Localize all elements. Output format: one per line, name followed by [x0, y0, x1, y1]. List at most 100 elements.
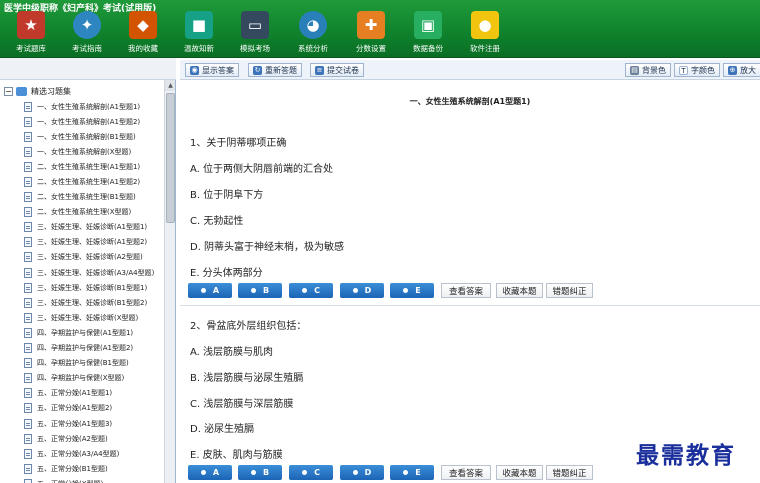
toolbar-question-bank[interactable]: ★ 考试题库 — [2, 11, 60, 57]
question-divider — [180, 305, 760, 306]
answer-button-a[interactable]: A — [188, 465, 232, 480]
tree-item[interactable]: 一、女性生殖系统解剖(A1型题2) — [24, 114, 154, 129]
tree-item[interactable]: 五、正常分娩(X型题) — [24, 476, 154, 483]
answer-button-b[interactable]: B — [238, 465, 282, 480]
section-title: 一、女性生殖系统解剖(A1型题1) — [409, 97, 531, 106]
magnifier-icon: ⊕ — [728, 65, 737, 75]
tree-item[interactable]: 四、孕期监护与保健(X型题) — [24, 371, 154, 386]
answer-button-c[interactable]: C — [289, 465, 333, 480]
tree-item[interactable]: 三、妊娠生理、妊娠诊断(A1型题1) — [24, 220, 154, 235]
tree-item-label: 四、孕期监护与保健(A1型题2) — [37, 344, 134, 353]
tree-item[interactable]: 三、妊娠生理、妊娠诊断(A1型题2) — [24, 235, 154, 250]
collapse-icon[interactable]: − — [4, 86, 13, 96]
document-icon — [24, 448, 32, 459]
tree-item-label: 一、女性生殖系统解剖(X型题) — [37, 147, 132, 156]
favorite-button[interactable]: 收藏本题 — [496, 283, 543, 298]
tree-item[interactable]: 五、正常分娩(B1型题) — [24, 461, 154, 476]
document-icon — [24, 252, 32, 263]
toolbar-score-settings[interactable]: ✚ 分数设置 — [342, 11, 400, 57]
toolbar-my-favorites[interactable]: ◆ 我的收藏 — [114, 11, 172, 57]
tree-item-label: 三、妊娠生理、妊娠诊断(B1型题2) — [37, 298, 148, 307]
bg-color-button[interactable]: ▤ 背景色 — [625, 63, 671, 77]
tree-item[interactable]: 二、女性生殖系统生理(B1型题) — [24, 190, 154, 205]
redo-button[interactable]: ↻ 重新答题 — [248, 63, 302, 77]
answer-button-a[interactable]: A — [188, 283, 232, 298]
answer-button-d[interactable]: D — [340, 283, 384, 298]
radio-dot-icon — [250, 288, 256, 293]
answer-button-e[interactable]: E — [390, 465, 434, 480]
scroll-up-icon[interactable]: ▲ — [165, 80, 175, 91]
tree-item-label: 四、孕期监护与保健(A1型题1) — [37, 328, 134, 337]
tree-item[interactable]: 五、正常分娩(A1型题1) — [24, 386, 154, 401]
toolbar-mock-exam[interactable]: ▭ 模拟考场 — [226, 11, 284, 57]
answer-button-e[interactable]: E — [390, 283, 434, 298]
tree-item-label: 五、正常分娩(A3/A4型题) — [37, 449, 120, 458]
answer-button-b[interactable]: B — [238, 283, 282, 298]
tree-item-label: 五、正常分娩(A1型题2) — [37, 404, 113, 413]
tree-item[interactable]: 三、妊娠生理、妊娠诊断(B1型题2) — [24, 295, 154, 310]
tree-item[interactable]: 五、正常分娩(A1型题2) — [24, 401, 154, 416]
view-answer-button[interactable]: 查看答案 — [441, 283, 491, 298]
tree-scrollbar[interactable]: ▲ — [164, 80, 175, 483]
book-icon: ★ — [17, 11, 45, 39]
tree-item[interactable]: 四、孕期监护与保健(A1型题2) — [24, 341, 154, 356]
radio-dot-icon — [200, 288, 206, 293]
font-color-button[interactable]: T 字颜色 — [674, 63, 720, 77]
question-option: B. 位于阴阜下方 — [190, 190, 264, 201]
tree-item[interactable]: 四、孕期监护与保健(A1型题1) — [24, 325, 154, 340]
tree-item[interactable]: 五、正常分娩(A1型题3) — [24, 416, 154, 431]
tree-item[interactable]: 二、女性生殖系统生理(X型题) — [24, 205, 154, 220]
tree-item[interactable]: 三、妊娠生理、妊娠诊断(A2型题) — [24, 250, 154, 265]
zoom-button[interactable]: ⊕ 放大 — [723, 63, 760, 77]
tree-item[interactable]: 二、女性生殖系统生理(A1型题2) — [24, 174, 154, 189]
tree-item[interactable]: 三、妊娠生理、妊娠诊断(A3/A4型题) — [24, 265, 154, 280]
tree-item[interactable]: 一、女性生殖系统解剖(A1型题1) — [24, 99, 154, 114]
toolbar-data-backup[interactable]: ▣ 数据备份 — [399, 11, 457, 57]
submit-button[interactable]: ≡ 提交试卷 — [310, 63, 364, 77]
document-icon — [24, 131, 32, 142]
radio-dot-icon — [403, 288, 409, 293]
favorite-button[interactable]: 收藏本题 — [496, 465, 543, 480]
answer-button-d[interactable]: D — [340, 465, 384, 480]
text-color-icon: T — [679, 65, 688, 75]
document-icon — [24, 463, 32, 474]
tree-item[interactable]: 三、妊娠生理、妊娠诊断(B1型题1) — [24, 280, 154, 295]
answer-button-c[interactable]: C — [289, 283, 333, 298]
document-icon — [24, 373, 32, 384]
tree-item-label: 三、妊娠生理、妊娠诊断(B1型题1) — [37, 283, 148, 292]
show-answer-button[interactable]: ◉ 显示答案 — [185, 63, 239, 77]
cube-icon: ■ — [185, 11, 213, 39]
tree-item-label: 三、妊娠生理、妊娠诊断(X型题) — [37, 313, 139, 322]
question-option: A. 位于两侧大阴唇前端的汇合处 — [190, 164, 334, 175]
monitor-icon: ▭ — [241, 11, 269, 39]
document-icon — [24, 146, 32, 157]
document-icon — [24, 282, 32, 293]
tree-item[interactable]: 一、女性生殖系统解剖(X型题) — [24, 144, 154, 159]
document-icon — [24, 312, 32, 323]
toolbar-register[interactable]: ● 软件注册 — [456, 11, 514, 57]
action-bar: ◉ 显示答案 ↻ 重新答题 ≡ 提交试卷 ▤ 背景色 T 字颜色 ⊕ 放大 — [180, 60, 760, 80]
tree-root[interactable]: − 精选习题集 — [4, 84, 71, 98]
document-icon — [24, 116, 32, 127]
document-icon — [24, 418, 32, 429]
main-toolbar: 医学中级职称《妇产科》考试(试用版) ★ 考试题库 ✦ 考试指南 ◆ 我的收藏 … — [0, 0, 760, 58]
tree-item[interactable]: 一、女性生殖系统解剖(B1型题) — [24, 129, 154, 144]
question-option: C. 无勃起性 — [190, 216, 244, 227]
tree-header-strip — [0, 58, 176, 80]
tree-item[interactable]: 三、妊娠生理、妊娠诊断(X型题) — [24, 310, 154, 325]
pie-chart-icon: ◕ — [299, 11, 327, 39]
toolbar-review[interactable]: ■ 温故知新 — [170, 11, 228, 57]
folder-icon — [16, 86, 27, 96]
tree-item[interactable]: 五、正常分娩(A2型题) — [24, 431, 154, 446]
toolbar-system-analysis[interactable]: ◕ 系统分析 — [284, 11, 342, 57]
toolbar-exam-guide[interactable]: ✦ 考试指南 — [58, 11, 116, 57]
tree-item-label: 二、女性生殖系统生理(A1型题1) — [37, 162, 141, 171]
report-error-button[interactable]: 错题纠正 — [546, 465, 593, 480]
tree-item[interactable]: 五、正常分娩(A3/A4型题) — [24, 446, 154, 461]
tree-item[interactable]: 二、女性生殖系统生理(A1型题1) — [24, 159, 154, 174]
question-option: C. 浅层筋膜与深层筋膜 — [190, 399, 294, 410]
view-answer-button[interactable]: 查看答案 — [441, 465, 491, 480]
report-error-button[interactable]: 错题纠正 — [546, 283, 593, 298]
scrollbar-thumb[interactable] — [166, 93, 175, 223]
tree-item[interactable]: 四、孕期监护与保健(B1型题) — [24, 356, 154, 371]
